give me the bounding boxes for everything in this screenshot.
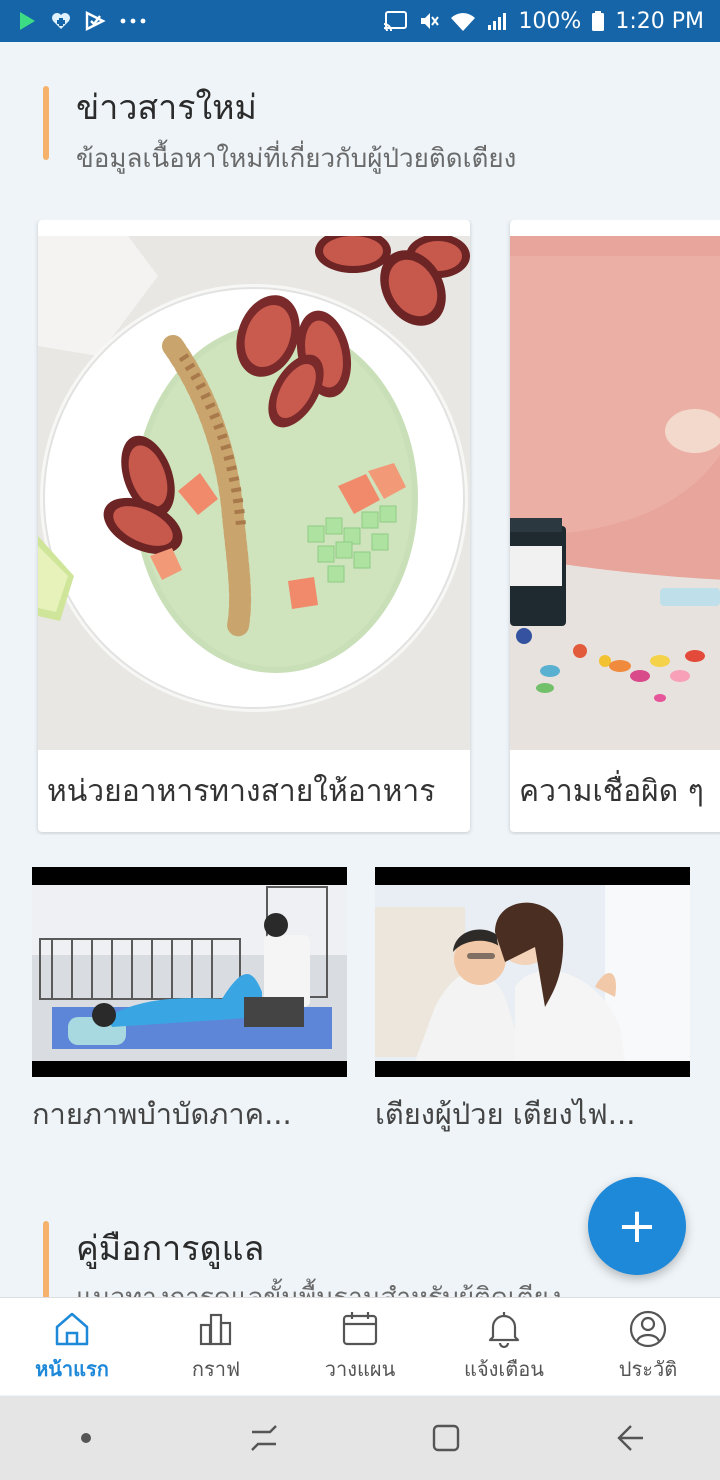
video-thumbnail — [375, 867, 690, 1077]
system-navigation-bar — [0, 1396, 720, 1480]
guide-subtitle: แนวทางการดูแลขั้นพื้นฐานสำหรับผู้ติดเตีย… — [76, 1277, 561, 1297]
notification-icons — [16, 10, 148, 32]
battery-icon — [592, 11, 605, 31]
signal-icon — [488, 13, 507, 30]
news-card-image — [510, 236, 720, 750]
heart-app-icon — [52, 13, 70, 29]
video-title: เตียงผู้ป่วย เตียงไฟ... — [375, 1097, 636, 1131]
nav-label: ประวัติ — [618, 1356, 678, 1381]
system-status: 100% 1:20 PM — [382, 9, 704, 34]
news-card[interactable]: ความเชื่อผิด ๆ — [510, 220, 720, 832]
news-carousel[interactable]: หน่วยอาหารทางสายให้อาหาร ความเชื่อผิด ๆ — [0, 220, 720, 835]
nav-item-plan[interactable]: วางแผน — [288, 1298, 432, 1395]
news-card-image — [38, 236, 470, 750]
video-item[interactable]: กายภาพบำบัดภาค... — [32, 867, 347, 1137]
news-card-caption: ความเชื่อผิด ๆ — [519, 774, 704, 809]
wifi-icon — [451, 13, 476, 31]
nav-item-home[interactable]: หน้าแรก — [0, 1298, 144, 1395]
bell-icon — [488, 1311, 520, 1348]
more-dots-icon — [120, 18, 146, 24]
news-subtitle: ข้อมูลเนื้อหาใหม่ที่เกี่ยวกับผู้ป่วยติดเ… — [76, 144, 517, 174]
add-button[interactable]: + — [588, 1177, 686, 1275]
dot-icon[interactable] — [71, 1423, 101, 1453]
guide-title: คู่มือการดูแล — [76, 1229, 265, 1269]
bottom-navigation: หน้าแรก กราฟ วางแผน แจ้งเตือน ประวัติ — [0, 1297, 720, 1395]
home-button-icon[interactable] — [426, 1418, 466, 1458]
nav-item-graph[interactable]: กราฟ — [144, 1298, 288, 1395]
play-store-icon — [20, 12, 35, 30]
cast-icon — [384, 11, 408, 32]
section-marker — [43, 86, 49, 160]
bar-chart-icon — [199, 1313, 232, 1345]
section-marker — [43, 1221, 49, 1297]
mute-icon — [421, 13, 440, 29]
video-item[interactable]: เตียงผู้ป่วย เตียงไฟ... — [375, 867, 690, 1137]
video-thumbnail — [32, 867, 347, 1077]
video-title: กายภาพบำบัดภาค... — [32, 1097, 292, 1131]
battery-percent: 100% — [518, 8, 582, 34]
news-title: ข่าวสารใหม่ — [76, 88, 257, 128]
check-app-icon — [85, 11, 106, 31]
news-section-header: ข่าวสารใหม่ ข้อมูลเนื้อหาใหม่ที่เกี่ยวกั… — [0, 80, 720, 200]
news-card[interactable]: หน่วยอาหารทางสายให้อาหาร — [38, 220, 470, 832]
home-icon — [55, 1312, 89, 1345]
nav-label: วางแผน — [324, 1356, 396, 1381]
status-bar: 100% 1:20 PM — [0, 0, 720, 42]
nav-label: หน้าแรก — [35, 1356, 109, 1381]
profile-icon — [629, 1310, 667, 1347]
back-icon[interactable] — [609, 1418, 649, 1458]
nav-label: แจ้งเตือน — [464, 1356, 544, 1381]
nav-label: กราฟ — [191, 1356, 241, 1381]
recent-apps-icon[interactable] — [244, 1418, 284, 1458]
nav-item-alerts[interactable]: แจ้งเตือน — [432, 1298, 576, 1395]
nav-item-history[interactable]: ประวัติ — [576, 1298, 720, 1395]
clock: 1:20 PM — [615, 8, 704, 34]
news-card-caption: หน่วยอาหารทางสายให้อาหาร — [47, 774, 436, 809]
calendar-icon — [342, 1311, 378, 1345]
